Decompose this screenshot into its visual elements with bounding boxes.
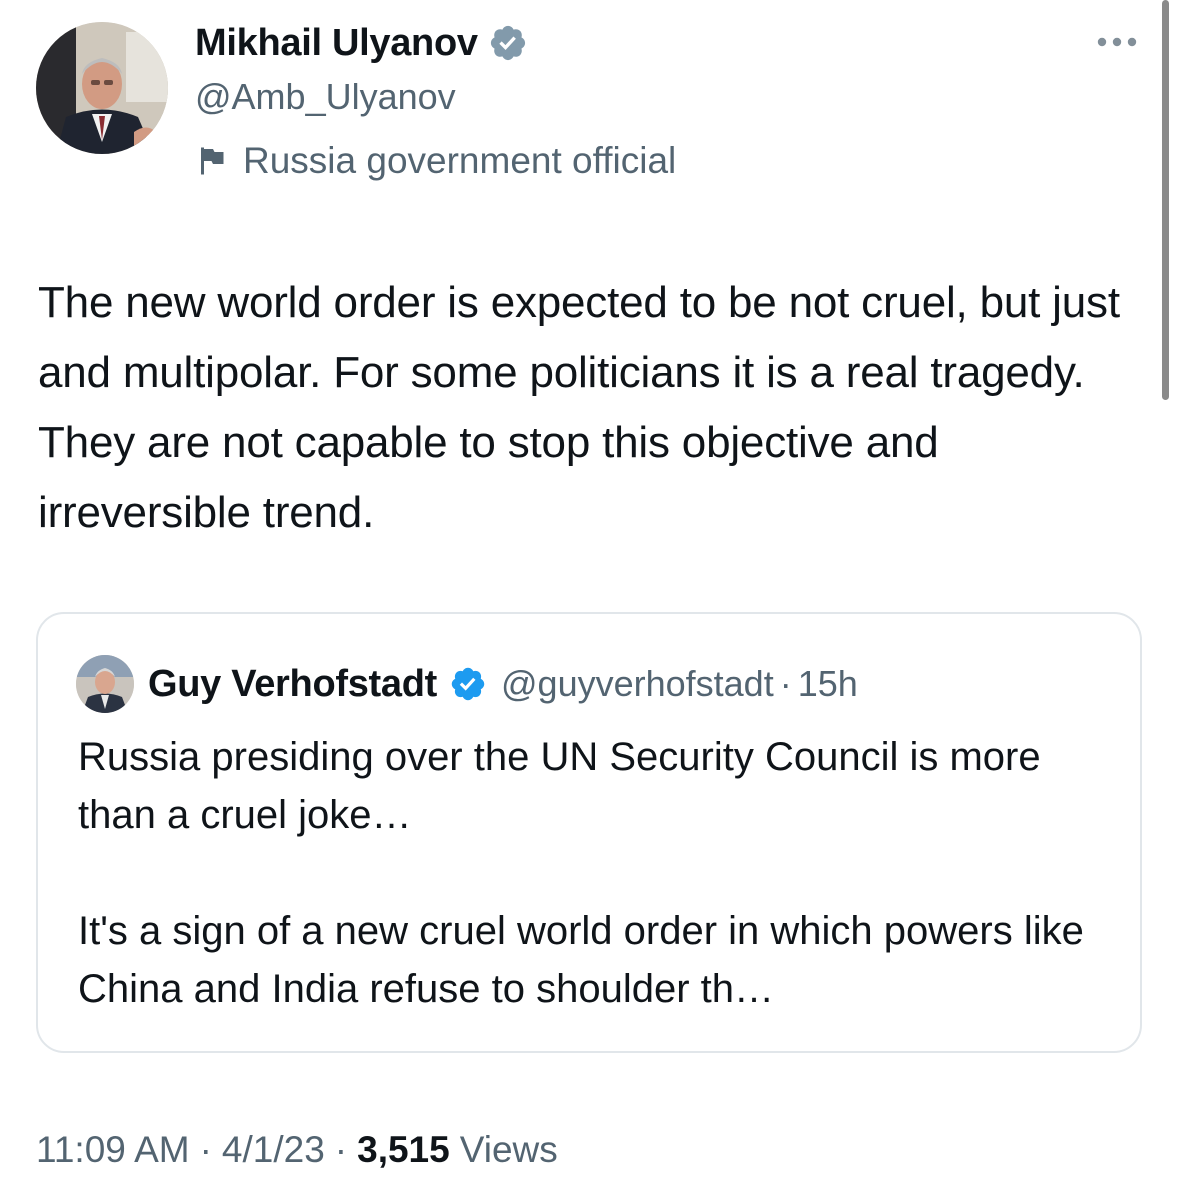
quoted-tweet-paragraph: Russia presiding over the UN Security Co… [78,735,1041,837]
verified-badge-icon[interactable] [488,23,528,63]
separator-dot: · [334,1129,348,1170]
separator-dot: · [779,663,792,704]
affiliation-text: Russia government official [243,140,677,181]
quoted-avatar-photo [76,655,134,713]
verified-badge-icon[interactable] [449,665,487,703]
scrollbar-thumb[interactable] [1162,0,1169,400]
author-name-row: Mikhail Ulyanov [195,20,528,66]
avatar-photo [36,22,168,154]
quoted-author-handle[interactable]: @guyverhofstadt [501,663,774,705]
flag-icon [195,143,231,179]
quoted-tweet-time[interactable]: 15h [798,663,858,705]
quoted-tweet-header: Guy Verhofstadt @guyverhofstadt · 15h [76,655,858,713]
quoted-tweet-text: Russia presiding over the UN Security Co… [78,728,1108,1018]
quoted-author-avatar[interactable] [76,655,134,713]
quoted-tweet-card[interactable]: Guy Verhofstadt @guyverhofstadt · 15h Ru… [36,612,1142,1053]
affiliation-label[interactable]: Russia government official [195,138,676,184]
separator-dot: · [199,1129,212,1170]
author-avatar[interactable] [36,22,168,154]
author-name[interactable]: Mikhail Ulyanov [195,22,478,65]
views-count[interactable]: 3,515 [357,1129,450,1171]
quoted-tweet-paragraph: It's a sign of a new cruel world order i… [78,909,1084,1011]
tweet-date[interactable]: 4/1/23 [222,1129,325,1171]
more-options-button[interactable] [1092,24,1142,60]
quoted-author-name[interactable]: Guy Verhofstadt [148,663,437,706]
scrollbar[interactable] [1160,0,1172,400]
more-dots-icon [1097,37,1137,47]
author-handle[interactable]: @Amb_Ulyanov [195,76,456,118]
tweet-time[interactable]: 11:09 AM [36,1129,190,1171]
views-label: Views [459,1129,558,1170]
tweet-text: The new world order is expected to be no… [38,278,1120,537]
